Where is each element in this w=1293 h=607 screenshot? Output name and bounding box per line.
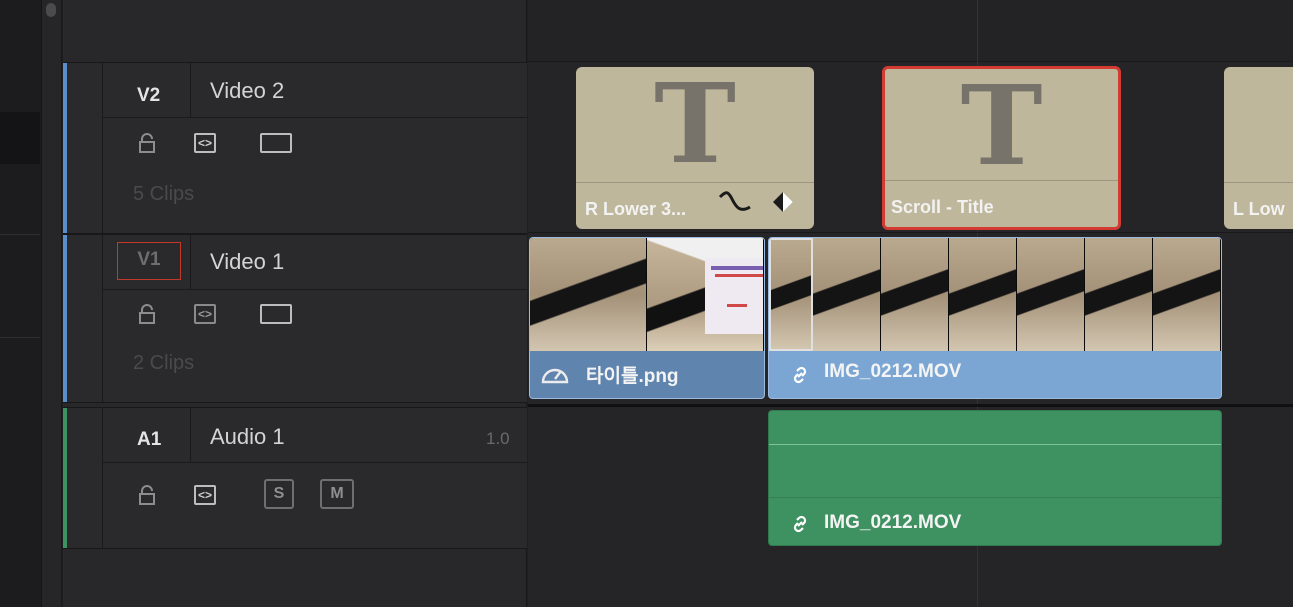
track-monitor-icon[interactable]	[260, 304, 292, 324]
lane-divider	[528, 404, 1293, 407]
title-clip-r-lower[interactable]: T R Lower 3...	[576, 67, 814, 229]
column-divider	[190, 408, 191, 462]
audio-divider	[769, 497, 1221, 498]
column-divider	[190, 63, 191, 117]
row-divider	[102, 289, 527, 290]
track-code-v1[interactable]: V1	[117, 242, 181, 280]
scrollbar-handle[interactable]	[46, 3, 56, 17]
thumbnail	[881, 238, 950, 351]
left-gutter	[0, 0, 42, 607]
lane-divider	[528, 232, 1293, 233]
track-code-a1: A1	[137, 429, 162, 450]
thumbnail	[647, 238, 764, 351]
track-name-a1[interactable]: Audio 1	[210, 424, 285, 450]
row-divider	[102, 117, 527, 118]
track-monitor-icon[interactable]	[260, 133, 292, 153]
title-clip-l-lower[interactable]: L Low	[1224, 67, 1293, 229]
link-icon	[793, 366, 807, 384]
auto-select-icon[interactable]: <>	[194, 485, 216, 505]
gutter-divider	[0, 337, 40, 338]
audio-waveform-line	[769, 444, 1221, 445]
track-color-bar-v1	[63, 235, 67, 402]
track-code-v2: V2	[137, 85, 161, 106]
clip-label: L Low	[1233, 199, 1285, 219]
auto-select-icon[interactable]: <>	[194, 304, 216, 324]
gutter-divider	[0, 234, 40, 235]
clip-label: IMG_0212.MOV	[824, 512, 962, 533]
column-divider	[102, 63, 103, 233]
speed-icon[interactable]	[540, 362, 570, 386]
track-color-bar-v2	[63, 63, 67, 233]
clip-count-v2: 5 Clips	[133, 183, 195, 205]
gutter-marker	[0, 112, 40, 164]
track-name-v1[interactable]: Video 1	[210, 249, 284, 275]
thumbnail	[1017, 238, 1086, 351]
title-glyph: T	[654, 67, 736, 188]
audio-level: 1.0	[486, 429, 510, 448]
audio-clip-img-0212[interactable]: IMG_0212.MOV	[768, 410, 1222, 546]
column-divider	[102, 235, 103, 402]
clip-footer: 타이틀.png	[530, 352, 764, 398]
thumbnail	[530, 238, 647, 351]
mute-button[interactable]: M	[320, 479, 354, 509]
thumbnail-selected-frame	[769, 238, 814, 351]
column-divider	[190, 235, 191, 289]
auto-select-icon[interactable]: <>	[194, 133, 216, 153]
column-divider	[102, 408, 103, 548]
lock-icon[interactable]	[138, 133, 156, 153]
clip-label: 타이틀.png	[586, 366, 679, 387]
clip-count-v1: 2 Clips	[133, 352, 195, 374]
clip-label: R Lower 3...	[585, 199, 687, 219]
lock-icon[interactable]	[138, 304, 156, 324]
lock-icon[interactable]	[138, 485, 156, 505]
clip-footer: IMG_0212.MOV	[769, 352, 1221, 398]
thumbnail	[1153, 238, 1221, 351]
track-name-v2[interactable]: Video 2	[210, 78, 284, 104]
clip-thumbnails	[769, 238, 1221, 351]
track-color-bar-a1	[63, 408, 67, 548]
clip-label: IMG_0212.MOV	[824, 361, 962, 382]
video-clip-title-png[interactable]: 타이틀.png	[529, 237, 765, 399]
thumbnail	[949, 238, 1018, 351]
title-glyph: T	[960, 66, 1043, 190]
thumbnail	[813, 238, 882, 351]
video-clip-img-0212[interactable]: IMG_0212.MOV	[768, 237, 1222, 399]
track-header-a1[interactable]	[63, 407, 527, 549]
track-header-v2[interactable]	[63, 62, 527, 234]
keyframe-diamond-icon[interactable]	[772, 191, 794, 213]
vertical-scrollbar[interactable]	[42, 0, 62, 607]
timeline-ruler[interactable]	[528, 0, 1293, 62]
clip-label: Scroll - Title	[891, 197, 994, 217]
clip-thumbnails	[530, 238, 764, 351]
link-icon	[793, 515, 807, 533]
thumbnail	[1085, 238, 1154, 351]
solo-button[interactable]: S	[264, 479, 294, 509]
row-divider	[102, 462, 527, 463]
keyframe-curve-icon[interactable]	[718, 191, 752, 215]
title-clip-scroll-selected[interactable]: T Scroll - Title	[882, 66, 1121, 230]
